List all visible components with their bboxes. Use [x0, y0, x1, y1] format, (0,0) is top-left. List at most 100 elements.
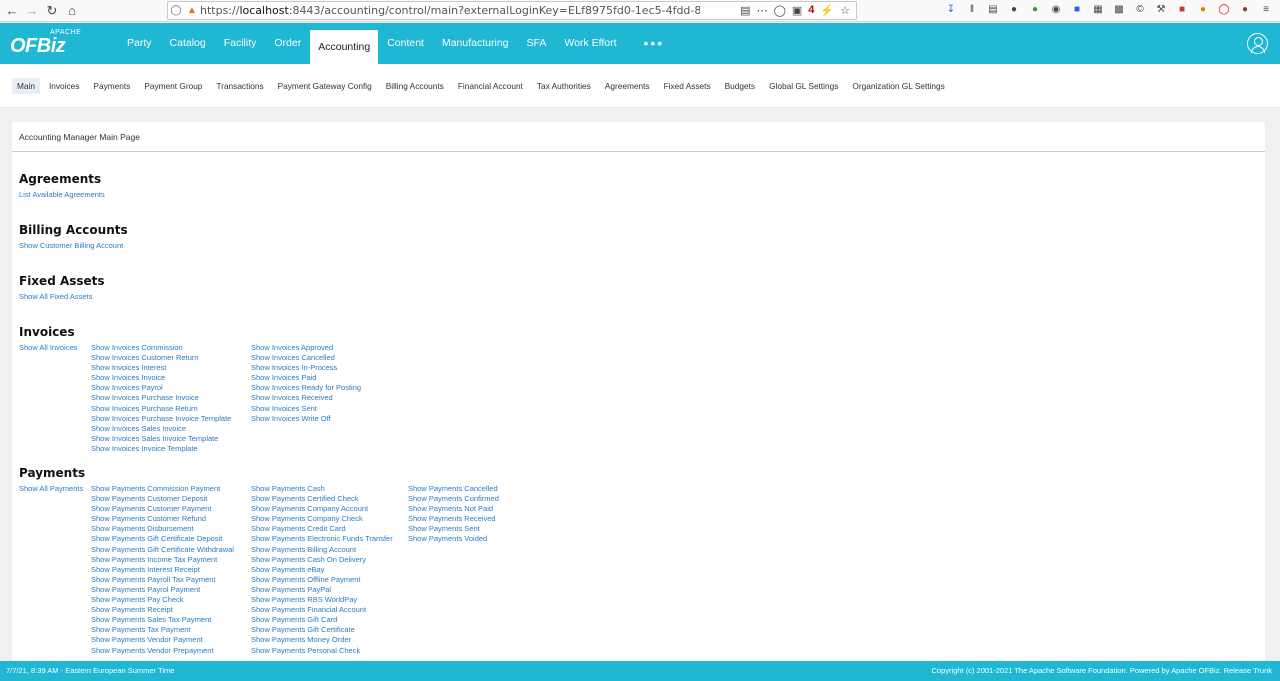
list-link[interactable]: Show Invoices Cancelled	[251, 353, 361, 363]
list-link[interactable]: Show Payments Not Paid	[408, 504, 499, 514]
tab-fixed-assets[interactable]: Fixed Assets	[659, 78, 716, 94]
list-link[interactable]: Show Payments Income Tax Payment	[91, 555, 234, 565]
list-link[interactable]: Show Payments Tax Payment	[91, 625, 234, 635]
extension-opera-icon[interactable]: ◯	[1218, 3, 1230, 15]
list-link[interactable]: Show Invoices In-Process	[251, 363, 361, 373]
footer-copyright[interactable]: Copyright (c) 2001-2021 The Apache Softw…	[932, 661, 1272, 681]
badge-count[interactable]: 4	[808, 4, 814, 17]
extension-dark-icon[interactable]: ◉	[1050, 3, 1062, 15]
list-link[interactable]: Show Payments Payrol Payment	[91, 585, 234, 595]
list-link[interactable]: Show Payments Cancelled	[408, 484, 499, 494]
tab-billing-accounts[interactable]: Billing Accounts	[381, 78, 449, 94]
list-link[interactable]: Show Invoices Customer Return	[91, 353, 231, 363]
list-link[interactable]: Show Payments Credit Card	[251, 524, 393, 534]
main-menu-manufacturing[interactable]: Manufacturing	[433, 23, 518, 64]
main-menu-work-effort[interactable]: Work Effort	[555, 23, 625, 64]
extension-screen-icon[interactable]: ▩	[1113, 3, 1125, 15]
tab-tax-authorities[interactable]: Tax Authorities	[532, 78, 596, 94]
list-link[interactable]: Show Payments Gift Certificate	[251, 625, 393, 635]
library-icon[interactable]: ‖	[966, 3, 978, 15]
pocket-icon[interactable]: ◯	[774, 4, 786, 17]
list-link[interactable]: Show Payments Voided	[408, 534, 499, 544]
list-link[interactable]: Show Payments Cash	[251, 484, 393, 494]
main-menu-catalog[interactable]: Catalog	[161, 23, 215, 64]
tab-agreements[interactable]: Agreements	[600, 78, 655, 94]
list-link[interactable]: Show Payments Gift Certificate Withdrawa…	[91, 545, 234, 555]
extension-leaf-icon[interactable]: ●	[1029, 3, 1041, 15]
list-link[interactable]: Show Payments RBS WorldPay	[251, 595, 393, 605]
list-link[interactable]: Show Payments Offline Payment	[251, 575, 393, 585]
tab-budgets[interactable]: Budgets	[720, 78, 760, 94]
download-icon[interactable]: ↧	[945, 3, 957, 15]
ofbiz-logo[interactable]: APACHE OFBiz	[8, 29, 88, 59]
home-icon[interactable]: ⌂	[62, 1, 82, 21]
tab-financial-account[interactable]: Financial Account	[453, 78, 528, 94]
list-link[interactable]: Show Payments PayPal	[251, 585, 393, 595]
list-link[interactable]: List Available Agreements	[19, 190, 105, 200]
list-link[interactable]: Show Payments Customer Refund	[91, 514, 234, 524]
lock-warning-icon[interactable]: ▲	[184, 5, 200, 16]
extension-brown-icon[interactable]: ●	[1239, 3, 1251, 15]
list-link[interactable]: Show Invoices Received	[251, 393, 361, 403]
main-menu-party[interactable]: Party	[118, 23, 161, 64]
list-link[interactable]: Show Payments Vendor Prepayment	[91, 646, 234, 656]
reader-view-icon[interactable]: ▤	[740, 4, 750, 17]
list-link[interactable]: Show Payments Electronic Funds Transfer	[251, 534, 393, 544]
more-menu-icon[interactable]: •••	[626, 23, 683, 64]
bookmark-star-icon[interactable]: ☆	[840, 4, 850, 17]
list-link[interactable]: Show Payments Receipt	[91, 605, 234, 615]
list-link[interactable]: Show Payments Company Account	[251, 504, 393, 514]
list-link[interactable]: Show Payments Cash On Delivery	[251, 555, 393, 565]
main-menu-sfa[interactable]: SFA	[518, 23, 556, 64]
list-link[interactable]: Show Invoices Commission	[91, 343, 231, 353]
url-text[interactable]: https://localhost:8443/accounting/contro…	[200, 4, 700, 17]
tab-transactions[interactable]: Transactions	[211, 78, 268, 94]
extension-c-icon[interactable]: ©	[1134, 3, 1146, 15]
list-link[interactable]: Show Invoices Purchase Return	[91, 404, 231, 414]
list-link[interactable]: Show Payments Confirmed	[408, 494, 499, 504]
list-link[interactable]: Show Payments Payroll Tax Payment	[91, 575, 234, 585]
list-link[interactable]: Show All Payments	[19, 484, 83, 494]
list-link[interactable]: Show Invoices Interest	[91, 363, 231, 373]
forward-icon[interactable]: →	[22, 1, 42, 21]
list-link[interactable]: Show All Fixed Assets	[19, 292, 105, 302]
list-link[interactable]: Show Invoices Sales Invoice Template	[91, 434, 231, 444]
list-link[interactable]: Show Payments Financial Account	[251, 605, 393, 615]
list-link[interactable]: Show Invoices Ready for Posting	[251, 383, 361, 393]
list-link[interactable]: Show Customer Billing Account	[19, 241, 128, 251]
list-link[interactable]: Show Invoices Payrol	[91, 383, 231, 393]
tab-payment-gateway-config[interactable]: Payment Gateway Config	[273, 78, 377, 94]
list-link[interactable]: Show All Invoices	[19, 343, 77, 353]
url-bar[interactable]: ◯ ▲ https://localhost:8443/accounting/co…	[167, 1, 857, 20]
extension-orange-icon[interactable]: ●	[1197, 3, 1209, 15]
list-link[interactable]: Show Payments Vendor Payment	[91, 635, 234, 645]
list-link[interactable]: Show Invoices Purchase Invoice Template	[91, 414, 231, 424]
lightning-icon[interactable]: ⚡	[820, 4, 834, 17]
list-link[interactable]: Show Payments Billing Account	[251, 545, 393, 555]
extension-tool-icon[interactable]: ⚒	[1155, 3, 1167, 15]
list-link[interactable]: Show Payments Certified Check	[251, 494, 393, 504]
list-link[interactable]: Show Payments Sales Tax Payment	[91, 615, 234, 625]
list-link[interactable]: Show Payments Pay Check	[91, 595, 234, 605]
main-menu-order[interactable]: Order	[265, 23, 310, 64]
tab-main[interactable]: Main	[12, 77, 40, 94]
back-icon[interactable]: ←	[2, 1, 22, 21]
extension-cookie-icon[interactable]: ●	[1008, 3, 1020, 15]
list-link[interactable]: Show Invoices Sales Invoice	[91, 424, 231, 434]
list-link[interactable]: Show Invoices Paid	[251, 373, 361, 383]
main-menu-accounting[interactable]: Accounting	[310, 30, 379, 64]
extension-icon[interactable]: ▣	[792, 4, 802, 17]
list-link[interactable]: Show Payments Gift Card	[251, 615, 393, 625]
tab-global-gl-settings[interactable]: Global GL Settings	[764, 78, 843, 94]
list-link[interactable]: Show Payments Interest Receipt	[91, 565, 234, 575]
list-link[interactable]: Show Payments Commission Payment	[91, 484, 234, 494]
list-link[interactable]: Show Invoices Invoice Template	[91, 444, 231, 454]
sidebar-icon[interactable]: ▤	[987, 3, 999, 15]
page-actions-icon[interactable]: ⋯	[757, 4, 768, 17]
list-link[interactable]: Show Payments Money Order	[251, 635, 393, 645]
list-link[interactable]: Show Invoices Purchase Invoice	[91, 393, 231, 403]
list-link[interactable]: Show Invoices Write Off	[251, 414, 361, 424]
main-menu-facility[interactable]: Facility	[215, 23, 266, 64]
list-link[interactable]: Show Payments Customer Deposit	[91, 494, 234, 504]
main-menu-content[interactable]: Content	[378, 23, 433, 64]
